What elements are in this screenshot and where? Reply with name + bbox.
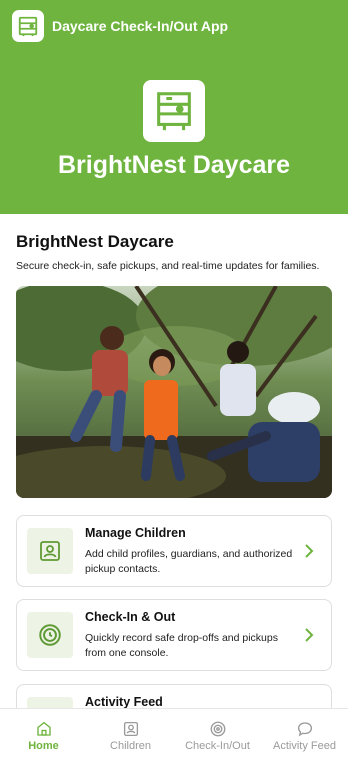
chevron-right-icon bbox=[303, 626, 315, 649]
shelf-icon bbox=[12, 10, 44, 42]
bottom-tab-bar: Home Children Check-In/Out Activity Feed bbox=[0, 708, 348, 778]
clock-icon bbox=[27, 612, 73, 658]
tab-home[interactable]: Home bbox=[0, 709, 87, 778]
chevron-right-icon bbox=[303, 542, 315, 565]
children-playing-photo bbox=[16, 286, 332, 498]
tab-label: Children bbox=[110, 740, 151, 752]
hero-title: BrightNest Daycare bbox=[57, 151, 291, 179]
tab-label: Check-In/Out bbox=[185, 740, 250, 752]
feed-icon bbox=[27, 697, 73, 708]
tab-label: Home bbox=[28, 740, 59, 752]
tab-check-in-out[interactable]: Check-In/Out bbox=[174, 709, 261, 778]
tab-activity-feed[interactable]: Activity Feed bbox=[261, 709, 348, 778]
app-title: Daycare Check-In/Out App bbox=[52, 18, 229, 34]
check-in-out-card[interactable]: Check-In & Out Quickly record safe drop-… bbox=[16, 599, 332, 671]
home-content[interactable]: BrightNest Daycare Secure check-in, safe… bbox=[0, 214, 348, 708]
manage-children-card[interactable]: Manage Children Add child profiles, guar… bbox=[16, 515, 332, 587]
tab-children[interactable]: Children bbox=[87, 709, 174, 778]
page-title: BrightNest Daycare bbox=[16, 232, 174, 251]
app-bar: Daycare Check-In/Out App bbox=[12, 10, 228, 42]
tab-label: Activity Feed bbox=[273, 740, 336, 752]
hero-header: Daycare Check-In/Out App BrightNest Dayc… bbox=[0, 0, 348, 214]
card-title: Check-In & Out bbox=[85, 610, 176, 624]
activity-feed-card[interactable]: Activity Feed bbox=[16, 684, 332, 708]
card-description: Add child profiles, guardians, and autho… bbox=[85, 548, 293, 575]
profile-card-icon bbox=[27, 528, 73, 574]
page-subtitle: Secure check-in, safe pickups, and real-… bbox=[16, 260, 320, 272]
card-description: Quickly record safe drop-offs and pickup… bbox=[85, 632, 278, 659]
card-title: Activity Feed bbox=[85, 695, 163, 708]
shelf-icon bbox=[143, 80, 205, 142]
card-title: Manage Children bbox=[85, 526, 186, 540]
